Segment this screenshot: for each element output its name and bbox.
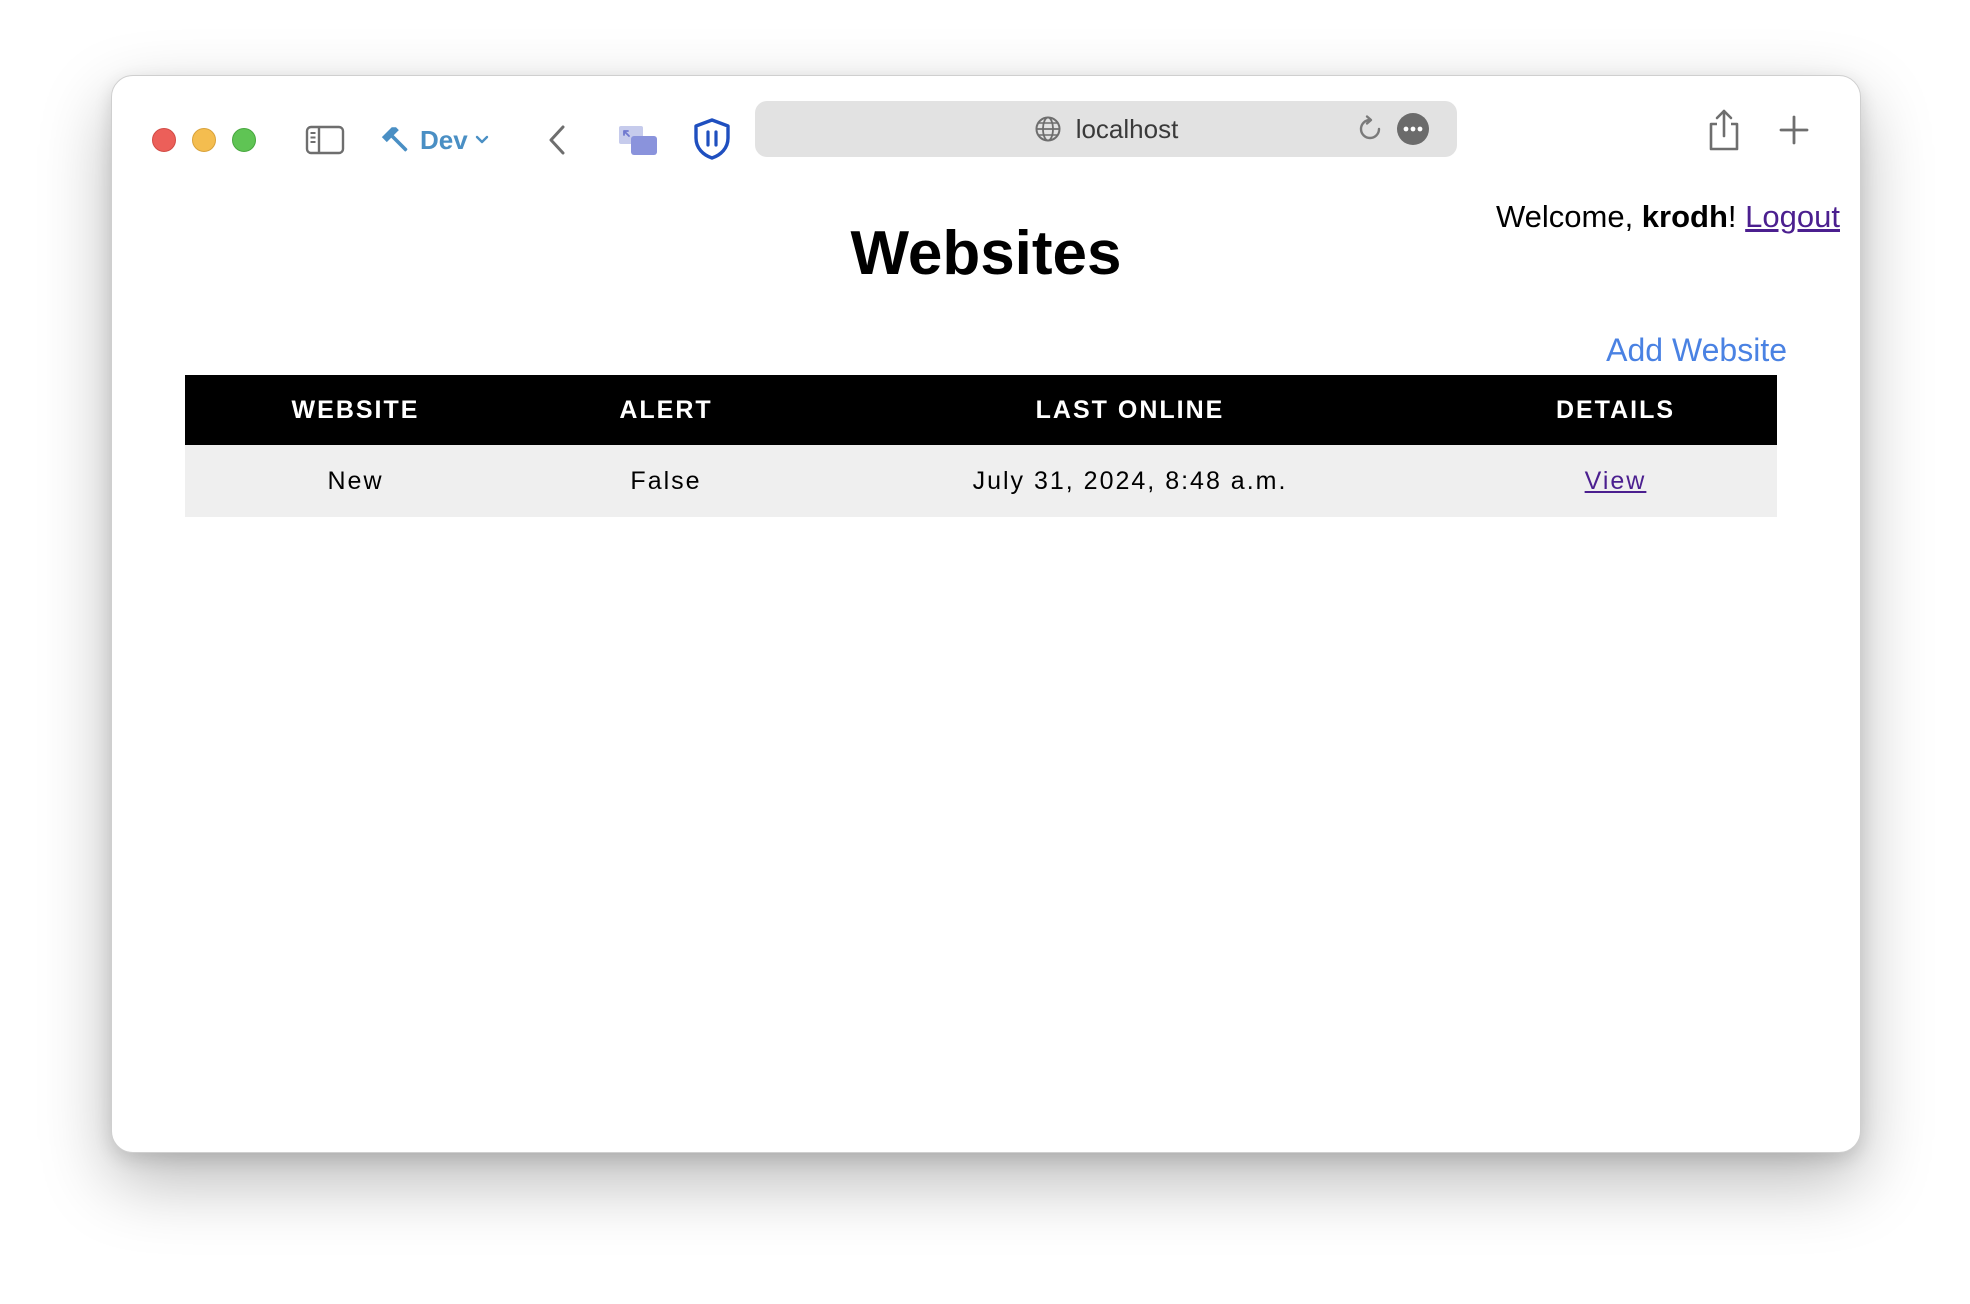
- tab-overview-icon: [619, 126, 657, 155]
- column-header-alert: ALERT: [526, 375, 806, 445]
- browser-toolbar: Dev localhost: [112, 76, 1860, 182]
- add-website-link[interactable]: Add Website: [1606, 332, 1787, 369]
- sidebar-toggle-button[interactable]: [304, 120, 346, 160]
- address-bar[interactable]: localhost: [755, 101, 1457, 157]
- alert-cell: False: [526, 445, 806, 517]
- table-row: New False July 31, 2024, 8:48 a.m. View: [185, 445, 1777, 517]
- column-header-details: DETAILS: [1454, 375, 1777, 445]
- view-details-link[interactable]: View: [1585, 467, 1647, 495]
- shield-icon: [694, 118, 730, 160]
- back-button[interactable]: [542, 120, 572, 160]
- chevron-left-icon: [549, 125, 565, 155]
- url-text: localhost: [1075, 113, 1179, 144]
- page-content: Welcome, krodh! Logout Websites Add Webs…: [112, 182, 1860, 1152]
- close-window-button[interactable]: [152, 128, 176, 152]
- share-icon: [1709, 109, 1739, 151]
- column-header-website: WEBSITE: [185, 375, 526, 445]
- browser-window: Dev localhost Welcome, krodh! Logout Web…: [111, 75, 1861, 1153]
- more-icon: [1403, 126, 1423, 132]
- reload-button[interactable]: [1355, 114, 1385, 144]
- website-name-cell: New: [185, 445, 526, 517]
- address-display: localhost: [755, 101, 1457, 157]
- page-title: Websites: [850, 219, 1122, 288]
- websites-table: WEBSITE ALERT LAST ONLINE DETAILS New Fa…: [185, 375, 1777, 517]
- minimize-window-button[interactable]: [192, 128, 216, 152]
- dev-menu-button[interactable]: Dev: [380, 120, 490, 160]
- last-online-cell: July 31, 2024, 8:48 a.m.: [806, 445, 1454, 517]
- table-header-row: WEBSITE ALERT LAST ONLINE DETAILS: [185, 375, 1777, 445]
- tab-overview-button[interactable]: [616, 120, 660, 160]
- chevron-down-icon: [475, 135, 488, 144]
- details-cell: View: [1454, 445, 1777, 517]
- column-header-last-online: LAST ONLINE: [806, 375, 1454, 445]
- password-manager-extension-button[interactable]: [690, 116, 734, 162]
- globe-icon: [1035, 116, 1061, 142]
- share-button[interactable]: [1704, 106, 1744, 154]
- dev-menu-label: Dev: [420, 124, 468, 155]
- plus-icon: [1779, 115, 1809, 145]
- new-tab-button[interactable]: [1776, 112, 1812, 148]
- hammer-icon: [381, 127, 408, 152]
- reload-icon: [1359, 115, 1381, 140]
- sidebar-icon: [305, 125, 345, 155]
- page-menu-button[interactable]: [1397, 113, 1429, 145]
- zoom-window-button[interactable]: [232, 128, 256, 152]
